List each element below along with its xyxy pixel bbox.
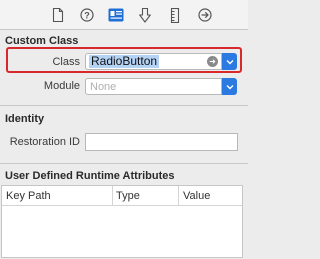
- size-inspector-icon[interactable]: [166, 6, 184, 24]
- chevron-down-icon: [226, 59, 233, 64]
- attributes-inspector-icon[interactable]: [136, 6, 154, 24]
- identity-title: Identity: [5, 113, 45, 125]
- custom-class-title: Custom Class: [5, 35, 79, 47]
- connections-inspector-icon[interactable]: [196, 6, 214, 24]
- column-value[interactable]: Value: [183, 190, 210, 202]
- class-combo-field[interactable]: RadioButton ➜: [85, 53, 222, 70]
- column-type[interactable]: Type: [116, 190, 140, 202]
- jump-to-definition-icon[interactable]: ➜: [207, 56, 218, 67]
- module-dropdown-button[interactable]: [222, 78, 237, 95]
- runtime-attributes-title: User Defined Runtime Attributes: [5, 170, 175, 182]
- section-divider: [0, 105, 248, 106]
- identity-inspector-icon[interactable]: [107, 6, 125, 24]
- column-separator: [178, 186, 179, 206]
- section-divider: [0, 163, 248, 164]
- module-combo-field[interactable]: None: [85, 78, 222, 95]
- column-separator: [112, 186, 113, 206]
- class-dropdown-button[interactable]: [222, 53, 237, 70]
- svg-text:?: ?: [84, 10, 90, 20]
- module-label: Module: [43, 80, 80, 92]
- restoration-id-field[interactable]: [85, 133, 238, 151]
- table-header: Key Path Type Value: [2, 186, 242, 206]
- chevron-down-icon: [226, 84, 233, 89]
- file-icon[interactable]: [49, 6, 67, 24]
- runtime-attributes-table[interactable]: Key Path Type Value: [1, 185, 243, 258]
- column-key-path[interactable]: Key Path: [6, 190, 51, 202]
- help-icon[interactable]: ?: [78, 6, 96, 24]
- class-value[interactable]: RadioButton: [89, 55, 160, 68]
- module-placeholder: None: [90, 81, 117, 93]
- class-label: Class: [52, 56, 80, 68]
- restoration-id-label: Restoration ID: [9, 136, 80, 148]
- inspector-toolbar: ?: [0, 0, 248, 30]
